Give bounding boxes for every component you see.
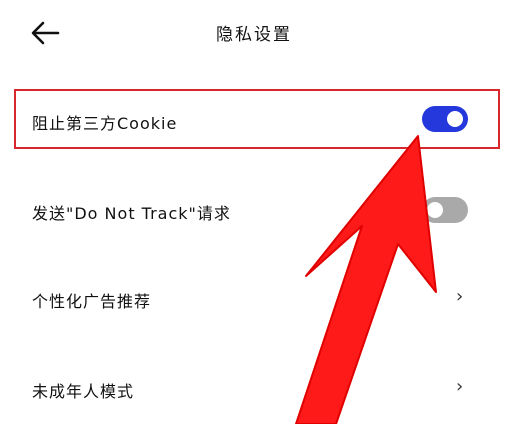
setting-row-do-not-track[interactable]: 发送"Do Not Track"请求 — [0, 182, 508, 238]
block-cookie-toggle[interactable] — [422, 106, 468, 132]
header-bar: 隐私设置 — [0, 0, 508, 66]
do-not-track-toggle[interactable] — [422, 197, 468, 223]
chevron-right-icon[interactable]: › — [456, 286, 463, 307]
setting-row-personalized-ads[interactable]: 个性化广告推荐 › — [0, 272, 508, 328]
setting-label: 阻止第三方Cookie — [32, 114, 178, 133]
page-title: 隐私设置 — [216, 25, 292, 45]
toggle-knob — [447, 111, 463, 127]
setting-label: 发送"Do Not Track"请求 — [32, 204, 231, 223]
toggle-knob — [427, 202, 443, 218]
setting-row-minor-mode[interactable]: 未成年人模式 › — [0, 362, 508, 418]
chevron-right-icon[interactable]: › — [456, 376, 463, 397]
setting-label: 未成年人模式 — [32, 382, 135, 401]
setting-row-block-third-party-cookie[interactable]: 阻止第三方Cookie — [0, 92, 508, 148]
setting-label: 个性化广告推荐 — [32, 292, 152, 311]
